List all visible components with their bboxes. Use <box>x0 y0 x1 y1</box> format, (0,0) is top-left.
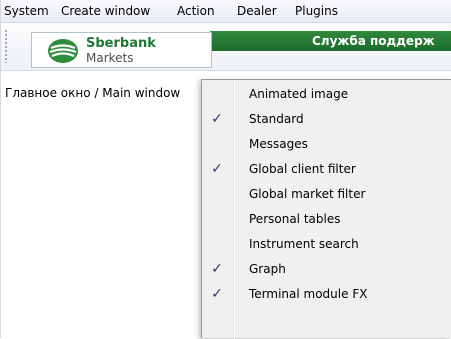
menu-bar: System Create window Action Dealer Plugi… <box>1 0 451 23</box>
menu-create-window[interactable]: Create window <box>61 0 150 22</box>
menu-item-label: Terminal module FX <box>249 287 368 301</box>
main-window: System Create window Action Dealer Plugi… <box>0 0 451 339</box>
check-icon: ✓ <box>211 261 223 277</box>
menu-plugins[interactable]: Plugins <box>295 0 338 22</box>
menu-item-messages[interactable]: Messages <box>202 132 451 157</box>
check-icon: ✓ <box>211 111 223 127</box>
view-dropdown-menu: Animated image ✓ Standard Messages ✓ Glo… <box>201 79 451 339</box>
menu-item-label: Instrument search <box>249 237 359 251</box>
menu-item-personal-tables[interactable]: Personal tables <box>202 207 451 232</box>
breadcrumb: Главное окно / Main window <box>5 86 181 100</box>
check-icon: ✓ <box>211 286 223 302</box>
menu-system[interactable]: System <box>4 0 49 22</box>
support-banner-text: Служба поддерж <box>312 34 435 48</box>
toolbar-grip[interactable] <box>4 29 8 63</box>
menu-item-animated-image[interactable]: Animated image <box>202 82 451 107</box>
logo-text-markets: Markets <box>86 51 134 65</box>
menu-item-label: Messages <box>249 137 308 151</box>
menu-item-label: Global market filter <box>249 187 366 201</box>
sberbank-logo-icon <box>46 37 80 68</box>
sberbank-markets-logo-button[interactable]: Sberbank Markets <box>31 32 212 68</box>
menu-item-terminal-module-fx[interactable]: ✓ Terminal module FX <box>202 282 451 307</box>
menu-item-label: Personal tables <box>249 212 341 226</box>
logo-text-sberbank: Sberbank <box>86 36 156 51</box>
check-icon: ✓ <box>211 161 223 177</box>
menu-item-label: Global client filter <box>249 162 356 176</box>
menu-item-standard[interactable]: ✓ Standard <box>202 107 451 132</box>
menu-item-label: Animated image <box>249 87 349 101</box>
menu-item-graph[interactable]: ✓ Graph <box>202 257 451 282</box>
menu-item-label: Graph <box>249 262 286 276</box>
menu-item-label: Standard <box>249 112 304 126</box>
menu-dealer[interactable]: Dealer <box>237 0 277 22</box>
menu-item-global-client-filter[interactable]: ✓ Global client filter <box>202 157 451 182</box>
menu-action[interactable]: Action <box>177 0 215 22</box>
menu-item-instrument-search[interactable]: Instrument search <box>202 232 451 257</box>
menu-item-global-market-filter[interactable]: Global market filter <box>202 182 451 207</box>
